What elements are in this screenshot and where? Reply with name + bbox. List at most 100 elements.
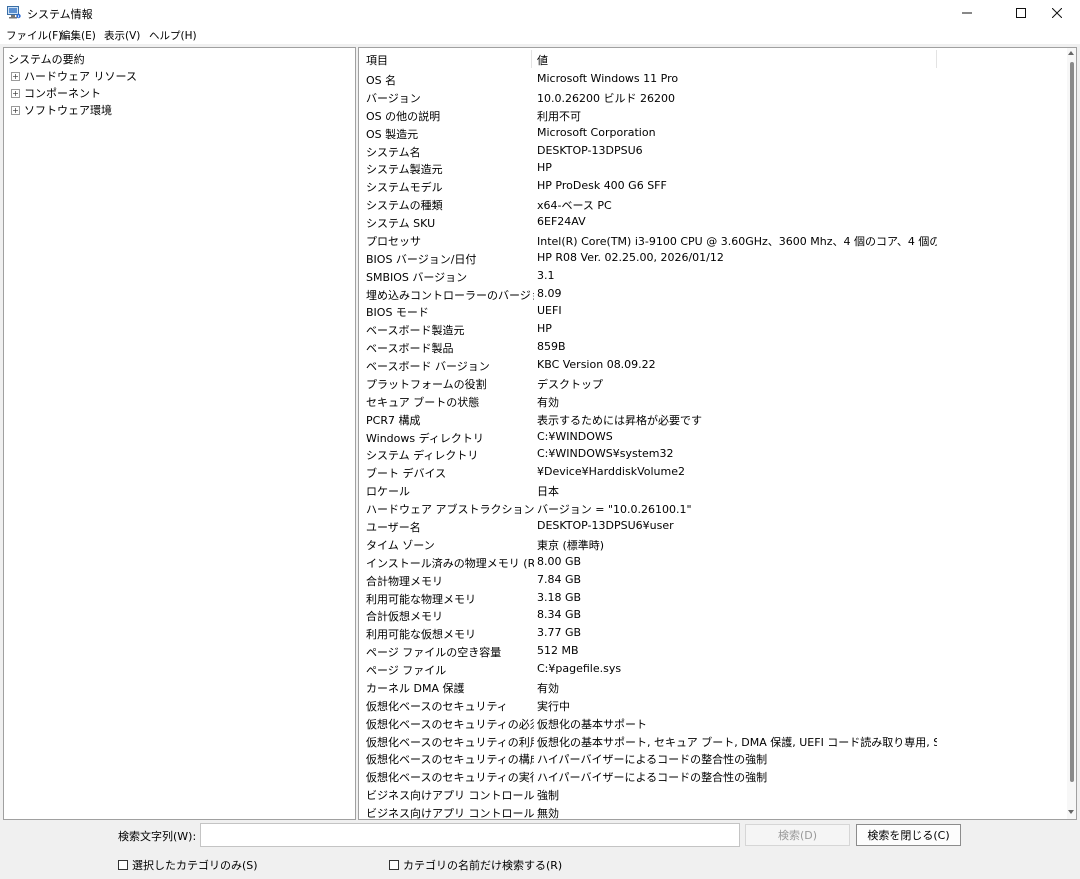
tree-item-software-environment[interactable]: + ソフトウェア環境 [11, 102, 112, 118]
row-item: ベースボード製品 [366, 342, 454, 356]
row-value: 無効 [537, 807, 559, 820]
table-row[interactable]: システムモデル HP ProDesk 400 G6 SFF [359, 177, 1062, 195]
checkbox-box[interactable] [118, 860, 128, 870]
table-row[interactable]: ハードウェア アブストラクション レイヤーバージョン = "10.0.26100… [359, 499, 1062, 517]
table-row[interactable]: セキュア ブートの状態 有効 [359, 392, 1062, 410]
table-row[interactable]: OS 製造元 Microsoft Corporation [359, 124, 1062, 142]
table-row[interactable]: ブート デバイス ¥Device¥HarddiskVolume2 [359, 463, 1062, 481]
row-item: OS 名 [366, 74, 397, 87]
table-row[interactable]: ベースボード製品 859B [359, 338, 1062, 356]
row-value: UEFI [537, 304, 562, 318]
info-list[interactable]: 項目 値 OS 名 Microsoft Windows 11 Pro バージョン 10… [358, 47, 1077, 820]
table-row[interactable]: カーネル DMA 保護 有効 [359, 678, 1062, 696]
scrollbar-thumb[interactable] [1070, 62, 1074, 782]
table-row[interactable]: 仮想化ベースのセキュリティの必須セ...仮想化の基本サポート [359, 714, 1062, 732]
category-names-only-checkbox[interactable]: カテゴリの名前だけ検索する(R) [389, 857, 562, 873]
table-row[interactable]: システム ディレクトリ C:¥WINDOWS¥system32 [359, 445, 1062, 463]
table-row[interactable]: BIOS バージョン/日付 HP R08 Ver. 02.25.00, 2026/… [359, 249, 1062, 267]
row-item: システム製造元 [366, 163, 443, 177]
table-row[interactable]: 合計物理メモリ 7.84 GB [359, 571, 1062, 589]
table-row[interactable]: 合計仮想メモリ 8.34 GB [359, 606, 1062, 624]
close-button[interactable] [1034, 0, 1080, 26]
tree-item-label: コンポーネント [24, 87, 101, 100]
table-row[interactable]: ページ ファイルの空き容量 512 MB [359, 642, 1062, 660]
row-item: カーネル DMA 保護 [366, 681, 465, 695]
column-divider[interactable] [531, 50, 532, 68]
row-value: HP [537, 161, 552, 175]
table-row[interactable]: プロセッサ Intel(R) Core(TM) i3-9100 CPU @ 3.6… [359, 231, 1062, 249]
checkbox-box[interactable] [389, 860, 399, 870]
row-item: ビジネス向けアプリ コントロールのユー... [366, 807, 534, 820]
table-row[interactable]: 仮想化ベースのセキュリティの構成... ハイパーバイザーによるコードの整合性の強制 [359, 749, 1062, 767]
table-row[interactable]: ページ ファイル C:¥pagefile.sys [359, 660, 1062, 678]
row-item: SMBIOS バージョン [366, 270, 468, 284]
row-item: ユーザー名 [366, 521, 421, 534]
table-row[interactable]: OS 名 Microsoft Windows 11 Pro [359, 70, 1062, 88]
row-item: OS 製造元 [366, 127, 419, 141]
table-row[interactable]: 利用可能な物理メモリ 3.18 GB [359, 589, 1062, 607]
table-row[interactable]: PCR7 構成 表示するためには昇格が必要です [359, 410, 1062, 428]
expand-plus-icon[interactable]: + [11, 105, 20, 115]
column-header-item[interactable]: 項目 [366, 52, 388, 68]
table-row[interactable]: BIOS モード UEFI [359, 302, 1062, 320]
menu-help[interactable]: ヘルプ(H) [149, 28, 197, 43]
close-icon [1052, 8, 1062, 18]
table-row[interactable]: システム名 DESKTOP-13DPSU6 [359, 142, 1062, 160]
minimize-icon [962, 12, 972, 14]
table-row[interactable]: インストール済みの物理メモリ (RAM)8.00 GB [359, 553, 1062, 571]
table-row[interactable]: ベースボード製造元 HP [359, 320, 1062, 338]
search-input[interactable] [200, 823, 740, 847]
scroll-down-icon[interactable] [1068, 810, 1074, 814]
column-divider[interactable] [936, 50, 937, 68]
table-row[interactable]: ビジネス向けアプリ コントロールのユー...無効 [359, 803, 1062, 820]
row-value: 日本 [537, 485, 559, 499]
only-selected-category-checkbox[interactable]: 選択したカテゴリのみ(S) [118, 857, 258, 873]
table-row[interactable]: 仮想化ベースのセキュリティ 実行中 [359, 696, 1062, 714]
tree-item-system-summary[interactable]: システムの要約 [8, 51, 85, 67]
row-item: ブート デバイス [366, 467, 447, 481]
column-header-value[interactable]: 値 [537, 52, 548, 68]
table-row[interactable]: Windows ディレクトリ C:¥WINDOWS [359, 428, 1062, 446]
category-tree[interactable]: システムの要約 + ハードウェア リソース + コンポーネント + ソフトウェア… [3, 47, 356, 820]
close-search-button[interactable]: 検索を閉じる(C) [856, 824, 961, 846]
expand-plus-icon[interactable]: + [11, 88, 20, 98]
table-row[interactable]: ユーザー名 DESKTOP-13DPSU6¥user [359, 517, 1062, 535]
row-item: 仮想化ベースのセキュリティの構成... [366, 753, 534, 767]
table-row[interactable]: OS の他の説明 利用不可 [359, 106, 1062, 124]
row-item: 仮想化ベースのセキュリティ [366, 699, 508, 713]
tree-item-components[interactable]: + コンポーネント [11, 85, 101, 101]
table-row[interactable]: ビジネス向けアプリ コントロール ポリ...強制 [359, 785, 1062, 803]
minimize-button[interactable] [944, 0, 990, 26]
row-item: OS の他の説明 [366, 109, 441, 123]
table-row[interactable]: ベースボード バージョン KBC Version 08.09.22 [359, 356, 1062, 374]
row-value: KBC Version 08.09.22 [537, 358, 656, 372]
table-row[interactable]: バージョン 10.0.26200 ビルド 26200 [359, 88, 1062, 106]
row-item: 合計仮想メモリ [366, 610, 443, 624]
tree-item-label: システムの要約 [8, 53, 85, 66]
checkbox-label: 選択したカテゴリのみ(S) [132, 859, 258, 872]
table-row[interactable]: 仮想化ベースのセキュリティの実行... ハイパーバイザーによるコードの整合性の強制 [359, 767, 1062, 785]
search-button[interactable]: 検索(D) [745, 824, 850, 846]
row-item: インストール済みの物理メモリ (RAM) [366, 556, 534, 570]
menu-file[interactable]: ファイル(F) [6, 28, 62, 43]
tree-item-hardware-resources[interactable]: + ハードウェア リソース [11, 68, 137, 84]
table-row[interactable]: 利用可能な仮想メモリ 3.77 GB [359, 624, 1062, 642]
table-row[interactable]: システム SKU 6EF24AV [359, 213, 1062, 231]
table-row[interactable]: タイム ゾーン 東京 (標準時) [359, 535, 1062, 553]
table-row[interactable]: SMBIOS バージョン 3.1 [359, 267, 1062, 285]
row-item: ロケール [366, 485, 410, 499]
table-row[interactable]: システム製造元 HP [359, 159, 1062, 177]
table-row[interactable]: 仮想化ベースのセキュリティの利用... 仮想化の基本サポート, セキュア ブート,… [359, 732, 1062, 750]
menu-view[interactable]: 表示(V) [104, 28, 140, 43]
vertical-scrollbar[interactable] [1067, 48, 1076, 819]
scroll-up-icon[interactable] [1068, 51, 1074, 55]
row-value: 512 MB [537, 644, 579, 658]
menu-edit[interactable]: 編集(E) [60, 28, 96, 43]
table-row[interactable]: システムの種類 x64-ベース PC [359, 195, 1062, 213]
row-item: システム SKU [366, 217, 436, 231]
table-row[interactable]: ロケール 日本 [359, 481, 1062, 499]
table-row[interactable]: 埋め込みコントローラーのバージョン8.09 [359, 285, 1062, 303]
expand-plus-icon[interactable]: + [11, 71, 20, 81]
table-row[interactable]: プラットフォームの役割 デスクトップ [359, 374, 1062, 392]
row-value: 有効 [537, 395, 559, 409]
